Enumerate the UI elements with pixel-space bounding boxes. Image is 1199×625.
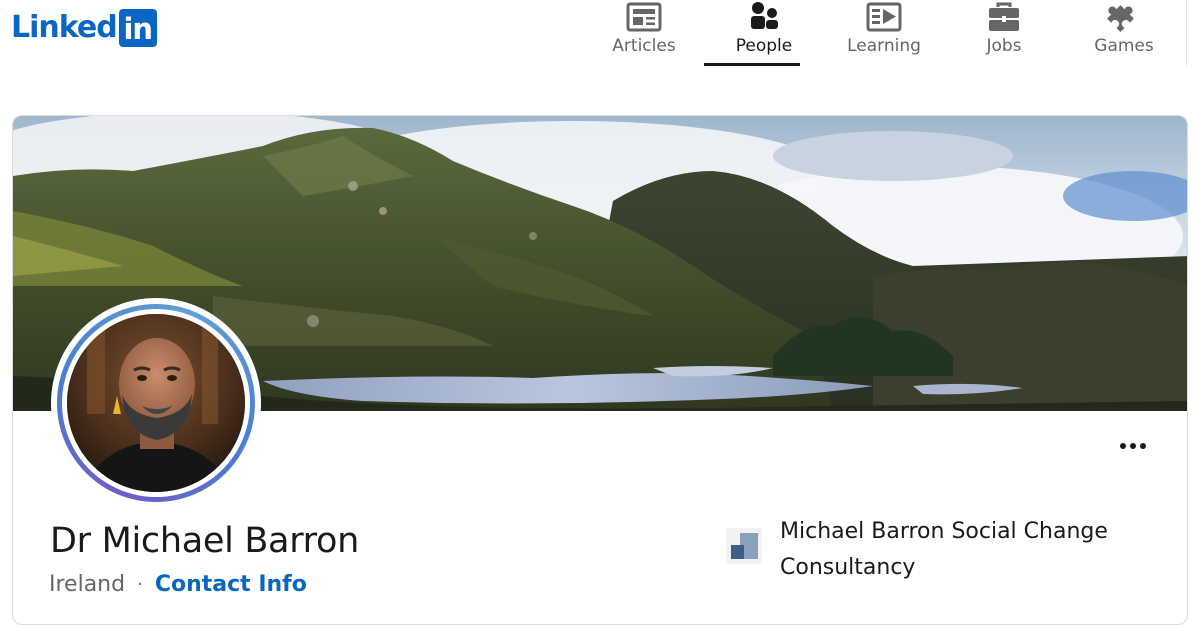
company-name: Michael Barron Social Change Consultancy (780, 519, 1108, 580)
profile-avatar[interactable] (51, 298, 261, 508)
avatar-photo (67, 314, 245, 492)
nav-item-articles[interactable]: Articles (584, 0, 704, 66)
nav-item-people[interactable]: People (704, 0, 824, 66)
top-navbar: Linked in Articles People Learning Jobs … (0, 0, 1199, 66)
profile-card: Dr Michael Barron Ireland · Contact Info… (12, 115, 1188, 625)
more-actions-button[interactable] (1113, 434, 1153, 458)
learning-icon (864, 0, 904, 34)
nav-label-games: Games (1094, 36, 1154, 56)
profile-name: Dr Michael Barron (50, 521, 359, 561)
main-nav: Articles People Learning Jobs Games (584, 0, 1184, 66)
contact-info-link[interactable]: Contact Info (155, 572, 307, 597)
nav-item-learning[interactable]: Learning (824, 0, 944, 66)
profile-location: Ireland (49, 572, 126, 597)
nav-label-learning: Learning (847, 36, 921, 56)
articles-icon (624, 0, 664, 34)
linkedin-logo[interactable]: Linked in (11, 8, 157, 48)
nav-label-articles: Articles (612, 36, 676, 56)
nav-label-people: People (735, 36, 793, 56)
company-logo-icon (726, 528, 762, 564)
logo-in-box: in (118, 9, 157, 47)
active-nav-indicator (704, 63, 800, 66)
nav-item-jobs[interactable]: Jobs (944, 0, 1064, 66)
current-company[interactable]: Michael Barron Social Change Consultancy (726, 514, 1140, 586)
more-icon (1120, 443, 1126, 449)
nav-item-games[interactable]: Games (1064, 0, 1184, 66)
topbar-divider (1186, 0, 1187, 66)
nav-label-jobs: Jobs (986, 36, 1022, 56)
puzzle-icon (1104, 0, 1144, 34)
separator-dot: · (137, 574, 143, 595)
logo-wordmark: Linked (11, 10, 118, 45)
people-icon (744, 0, 784, 34)
location-row: Ireland · Contact Info (49, 572, 307, 597)
briefcase-icon (984, 0, 1024, 34)
